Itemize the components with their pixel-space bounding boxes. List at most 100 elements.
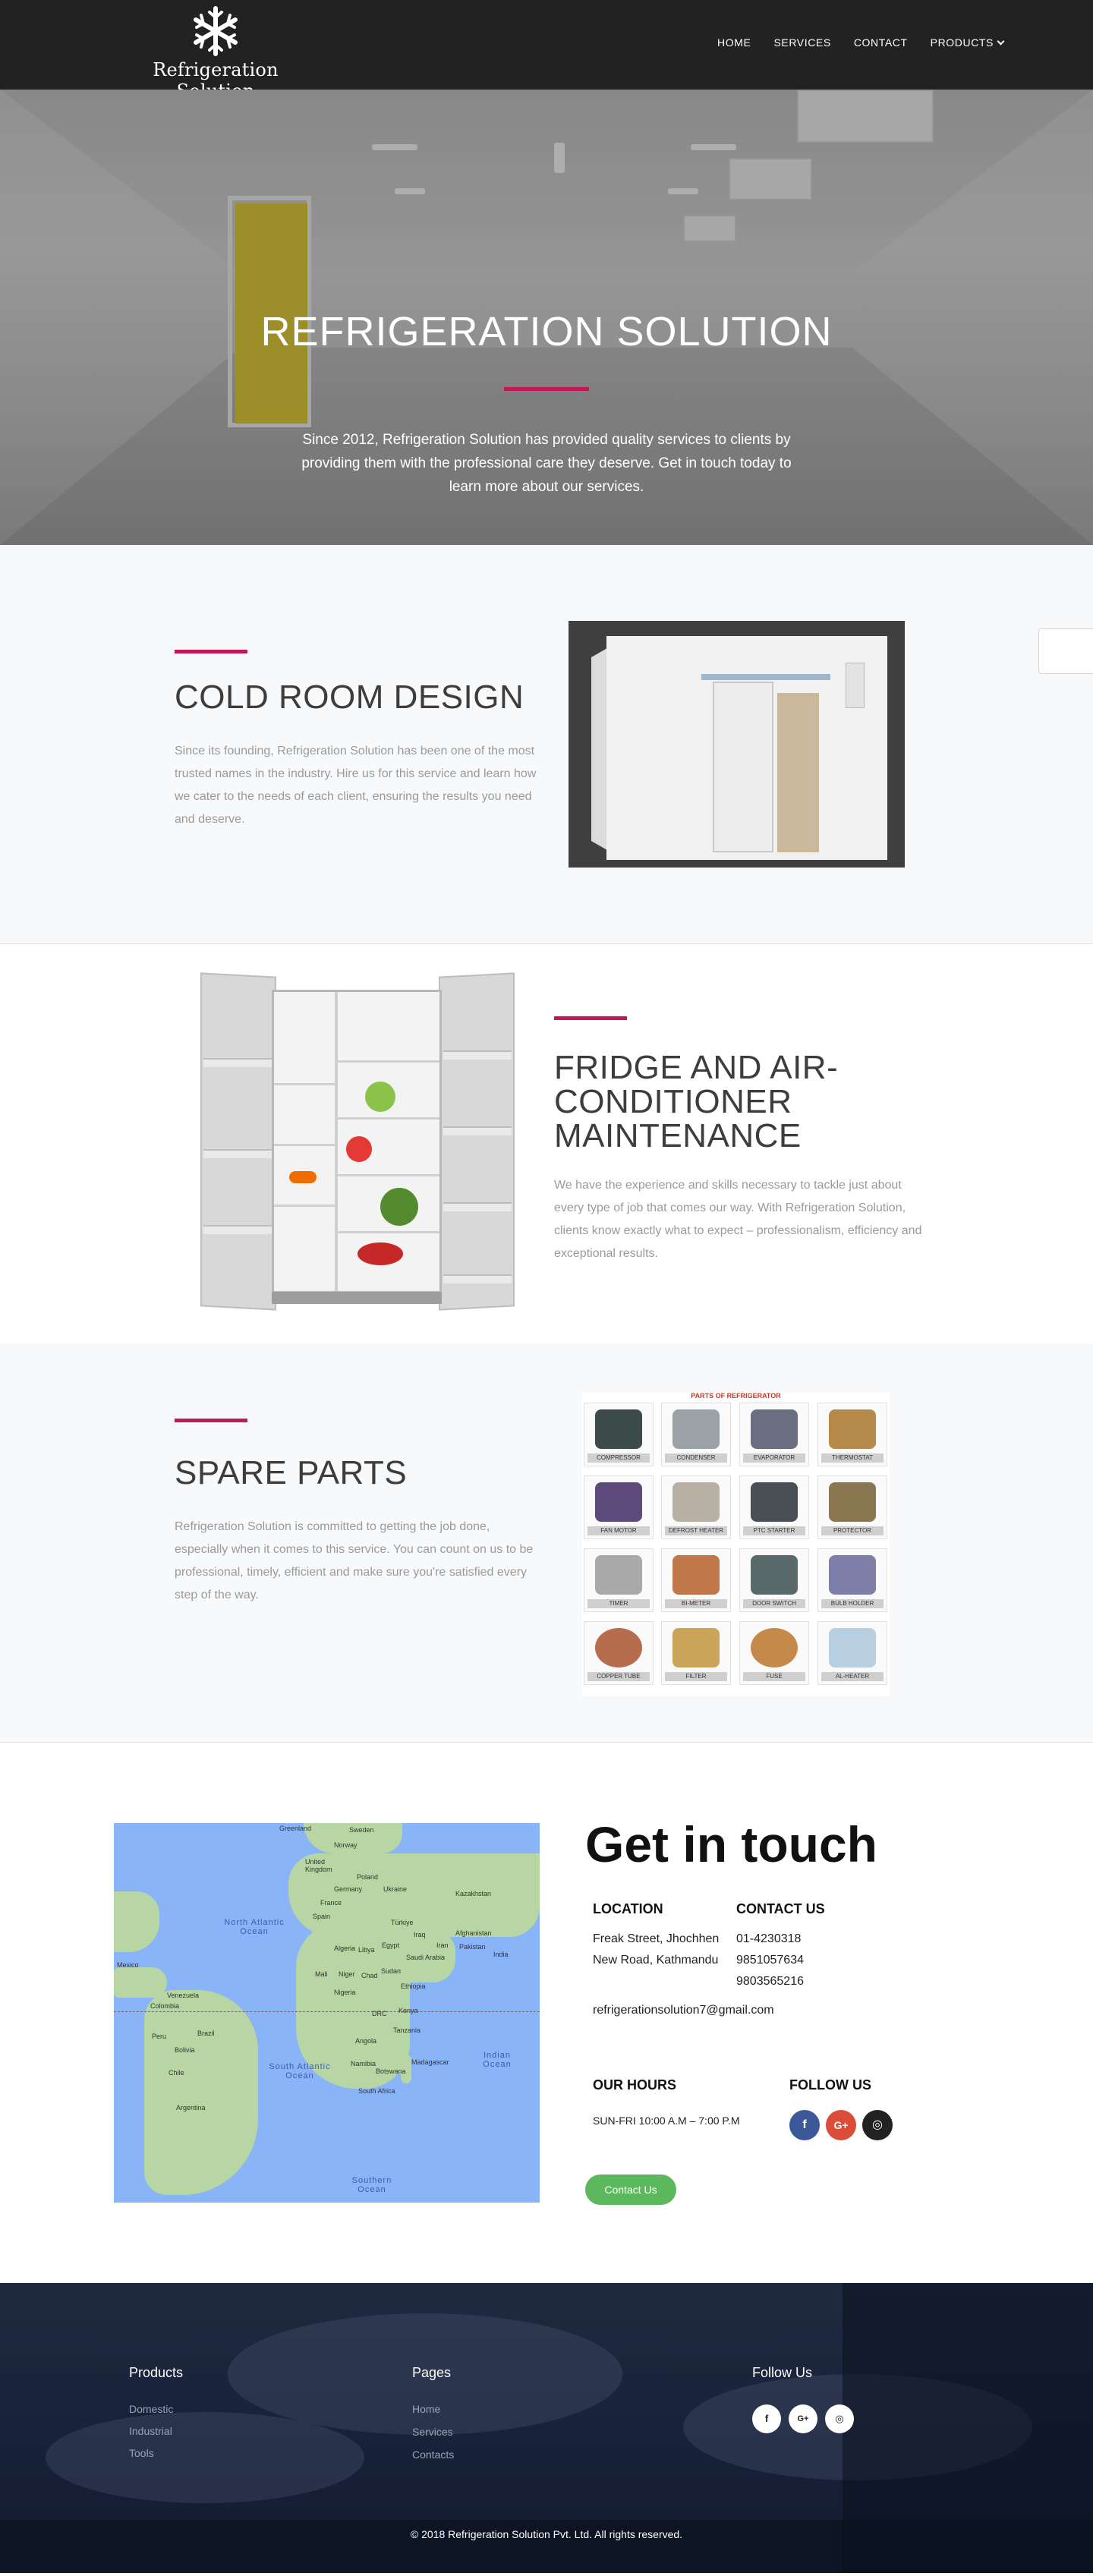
map-place-label: Niger [339,1970,355,1978]
fridge-shelf [338,1117,439,1120]
google-plus-icon[interactable]: G+ [789,2404,817,2433]
part-tile: BULB HOLDER [817,1548,887,1612]
map-place-label: Poland [357,1873,379,1881]
section-cold-room: COLD ROOM DESIGN Since its founding, Ref… [0,545,1093,944]
hero-subtitle: Since 2012, Refrigeration Solution has p… [301,432,792,495]
fridge-food [358,1242,403,1265]
fridge-door-shelf [443,1202,512,1211]
snowflake-icon [194,6,238,56]
nav-contact[interactable]: CONTACT [854,36,908,49]
instagram-icon[interactable]: ◎ [862,2110,893,2140]
part-label: PROTECTOR [821,1526,884,1535]
parts-image-title: PARTS OF REFRIGERATOR [691,1392,781,1400]
nav-services[interactable]: SERVICES [773,36,830,49]
footer-product-link[interactable]: Domestic [129,2403,173,2415]
part-label: COPPER TUBE [587,1672,650,1681]
map-place-label: Ethiopia [401,1982,426,1990]
footer-page-link[interactable]: Contacts [412,2448,454,2461]
footer-page-link[interactable]: Home [412,2403,440,2415]
part-tile: TIMER [584,1548,654,1612]
section-accent-bar [554,1016,627,1020]
hours-text: SUN-FRI 10:00 A.M – 7:00 P.M [593,2115,740,2127]
map-place-label: Angola [355,2037,377,2045]
phone-number[interactable]: 9803565216 [736,1971,804,1992]
nav-products[interactable]: PRODUCTS [931,36,1005,49]
map-place-label: Kenya [398,2007,418,2014]
footer-product-link[interactable]: Industrial [129,2425,172,2437]
footer-bg-mist [46,2412,364,2503]
phone-number[interactable]: 01-4230318 [736,1929,801,1950]
part-picture [595,1482,642,1522]
part-tile: PROTECTOR [817,1475,887,1539]
part-picture [595,1555,642,1595]
fridge-shelf [338,1231,439,1233]
phone-number[interactable]: 9851057634 [736,1950,804,1971]
part-label: DEFROST HEATER [665,1526,727,1535]
fridge-door-shelf [203,1058,272,1067]
part-tile: BI-METER [661,1548,731,1612]
spare-parts-image: PARTS OF REFRIGERATOR COMPRESSOR CONDENS… [582,1392,890,1696]
part-label: FAN MOTOR [587,1526,650,1535]
fridge-shelf [274,1144,335,1146]
footer-page-link[interactable]: Services [412,2426,453,2438]
email-link[interactable]: refrigerationsolution7@gmail.com [593,2000,774,2021]
section-title: SPARE PARTS [175,1454,408,1491]
fridge-base [272,1292,442,1304]
section-accent-bar [175,1419,247,1422]
map-place-label: United Kingdom [305,1858,332,1873]
part-label: FILTER [665,1672,727,1681]
location-heading: LOCATION [593,1901,663,1916]
hero-banner: REFRIGERATION SOLUTION Since 2012, Refri… [0,90,1093,545]
fridge-food [365,1082,395,1112]
facebook-icon[interactable]: f [752,2404,781,2433]
map-place-label: Kazakhstan [455,1890,492,1897]
map-place-label: Botswana [376,2067,406,2075]
part-label: BI-METER [665,1599,727,1608]
map-place-label: Colombia [150,2002,180,2010]
cold-room-opening [777,693,819,852]
fridge-shelf [338,1174,439,1176]
part-picture [829,1555,876,1595]
fridge-door-shelf [203,1149,272,1158]
nav-home[interactable]: HOME [717,36,751,49]
part-picture [672,1409,720,1449]
part-label: THERMOSTAT [821,1453,884,1463]
part-picture [829,1482,876,1522]
brand-logo[interactable]: Refrigeration Solution [128,5,304,102]
cold-room-image [569,621,905,868]
map-place-label: Tanzania [393,2026,421,2034]
part-picture [751,1555,798,1595]
address-line: Freak Street, Jhochhen [593,1932,720,1945]
facebook-icon[interactable]: f [789,2110,820,2140]
map-ocean-label: Indian Ocean [483,2051,512,2069]
part-label: DOOR SWITCH [743,1599,805,1608]
footer: Products Domestic Industrial Tools Pages… [0,2283,1093,2573]
google-plus-icon[interactable]: G+ [826,2110,856,2140]
map-equator [114,2011,540,2012]
part-picture [672,1555,720,1595]
map-place-label: Saudi Arabia [406,1954,446,1961]
map-place-label: Afghanistan [455,1929,492,1937]
section-spare-parts: SPARE PARTS Refrigeration Solution is co… [0,1343,1093,1743]
footer-product-link[interactable]: Tools [129,2447,154,2459]
contact-us-heading: CONTACT US [736,1901,825,1916]
side-tab[interactable] [1038,628,1093,674]
fridge-left-door [200,972,276,1311]
part-label: CONDENSER [665,1453,727,1463]
map-place-label: Sudan [381,1967,402,1975]
instagram-icon[interactable]: ◎ [825,2404,854,2433]
hero-accent-bar [504,387,589,391]
fridge-divider [335,992,338,1291]
part-tile: AL-HEATER [817,1621,887,1685]
map-place-label: Iraq [414,1931,426,1938]
world-map[interactable]: North Atlantic Ocean South Atlantic Ocea… [114,1823,540,2203]
section-text: Refrigeration Solution is committed to g… [175,1520,534,1601]
map-place-label: Bolivia [175,2046,195,2054]
map-place-label: France [320,1899,342,1907]
fridge-image [199,972,516,1316]
top-navbar: Refrigeration Solution HOME SERVICES CON… [0,0,1093,102]
footer-pages-heading: Pages [412,2365,452,2380]
map-place-label: Ukraine [383,1885,408,1893]
contact-us-button[interactable]: Contact Us [585,2174,676,2205]
fridge-shelf [274,1083,335,1085]
